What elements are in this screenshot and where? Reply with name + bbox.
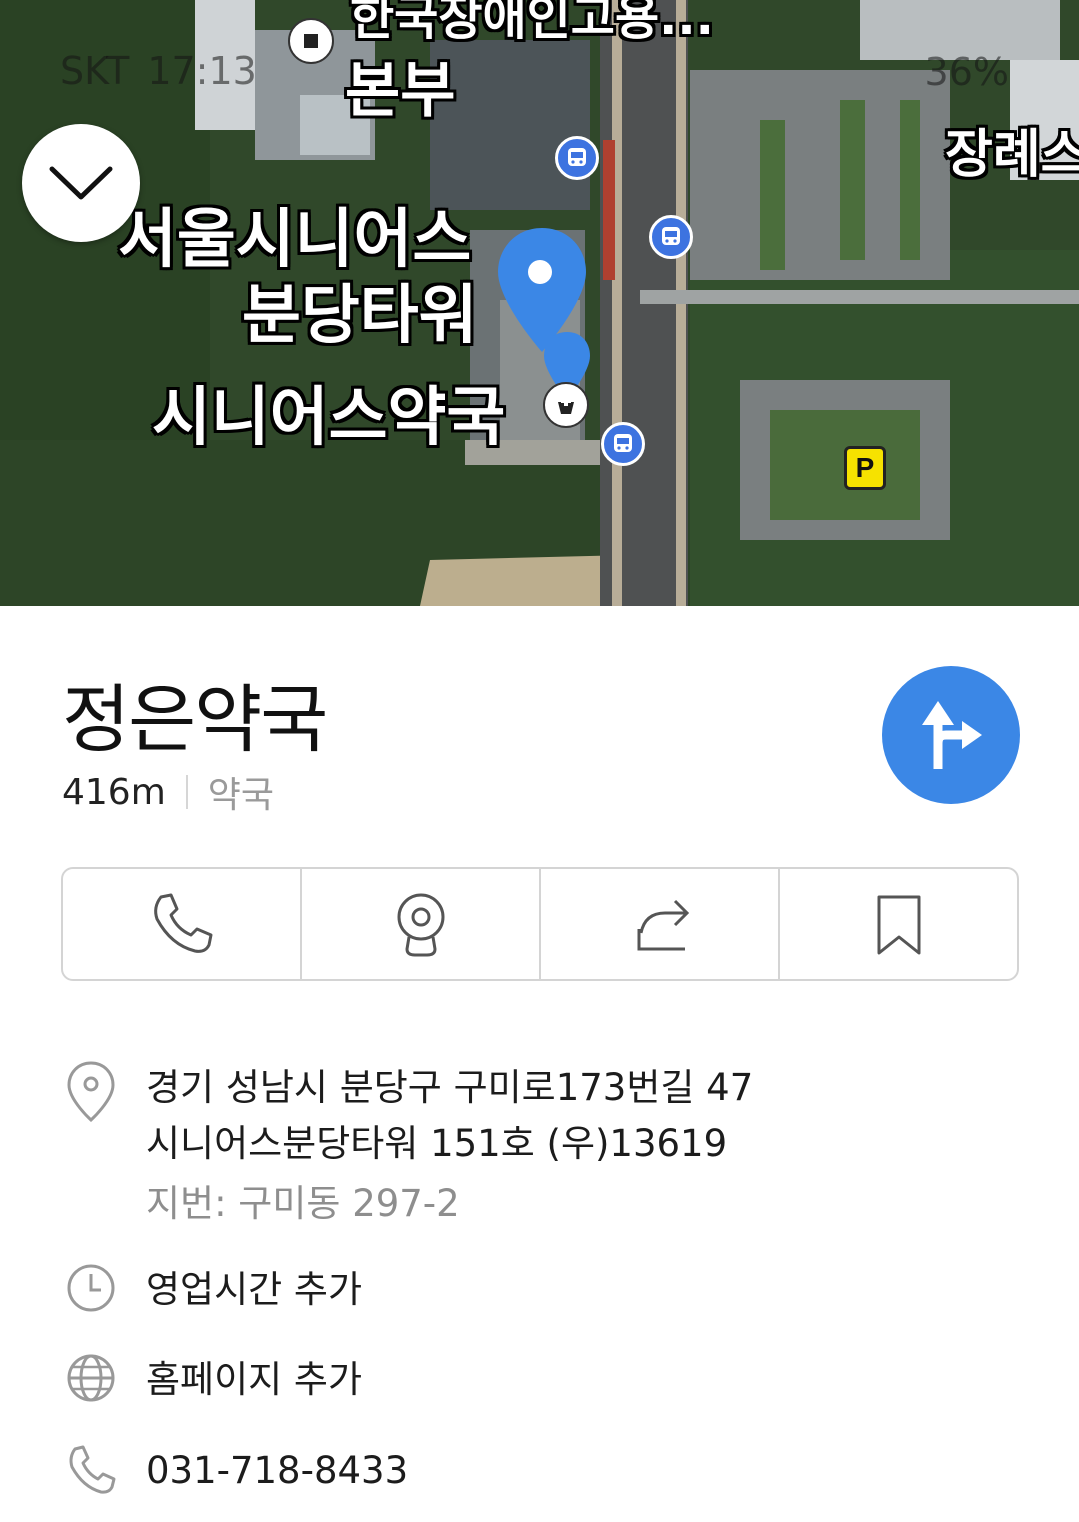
map-label-senior-pharmacy: 시니어스약국 [152,381,506,455]
address-line-1: 경기 성남시 분당구 구미로173번길 47 [146,1066,754,1109]
map-label-senior-tower-2: 분당타워 [242,279,478,353]
hours-row[interactable]: 영업시간 추가 [62,1262,362,1318]
street-view-icon [397,893,444,957]
pharmacy-marker-icon[interactable] [543,382,589,428]
status-bar: SKT 17:13 36% [60,46,1009,96]
address-line-2: 시니어스분당타워 151호 (우)13619 [146,1122,728,1165]
battery-label: 36% [924,50,1009,94]
call-button[interactable] [63,869,302,979]
bookmark-button[interactable] [780,869,1017,979]
directions-icon [922,701,982,769]
share-icon [637,899,689,951]
parking-icon[interactable]: P [844,446,886,490]
status-time: 17:13 [147,49,257,93]
location-icon [67,1061,115,1123]
map-label-top: 한국장애인고용... [350,0,714,46]
phone-number-link[interactable]: 031-718-8433 [146,1443,408,1499]
chevron-down-icon [49,166,113,200]
clock-icon [67,1264,115,1312]
share-button[interactable] [541,869,780,979]
bookmark-icon [877,895,920,955]
globe-icon [67,1354,115,1402]
homepage-row[interactable]: 홈페이지 추가 [62,1352,362,1408]
map-view[interactable]: SKT 17:13 36% 한국장애인고용... 본부 장례스 서울시니어스 분… [0,0,1079,606]
address-row: 경기 성남시 분당구 구미로173번길 47 시니어스분당타워 151호 (우)… [62,1060,753,1232]
action-bar [61,867,1019,981]
phone-icon [153,893,212,953]
add-hours-link[interactable]: 영업시간 추가 [146,1262,362,1318]
add-homepage-link[interactable]: 홈페이지 추가 [146,1352,362,1408]
street-view-button[interactable] [302,869,541,979]
category-label: 약국 [207,775,275,816]
distance-label: 416m [62,771,166,813]
phone-row[interactable]: 031-718-8433 [62,1443,408,1499]
poi-marker-icon[interactable] [288,18,334,64]
phone-icon [69,1445,116,1494]
map-label-funeral: 장례스 [945,125,1079,185]
bus-stop-icon[interactable] [649,215,693,259]
collapse-map-button[interactable] [22,124,140,242]
bus-stop-icon[interactable] [555,136,599,180]
map-label-headquarters: 본부 [345,56,456,126]
meta-divider [185,775,188,809]
bus-stop-icon[interactable] [601,422,645,466]
carrier-label: SKT [60,49,130,93]
directions-button[interactable] [882,666,1020,804]
place-title: 정은약국 [62,677,328,763]
lot-number: 지번: 구미동 297-2 [146,1182,460,1225]
place-meta: 416m 약국 [62,766,274,818]
